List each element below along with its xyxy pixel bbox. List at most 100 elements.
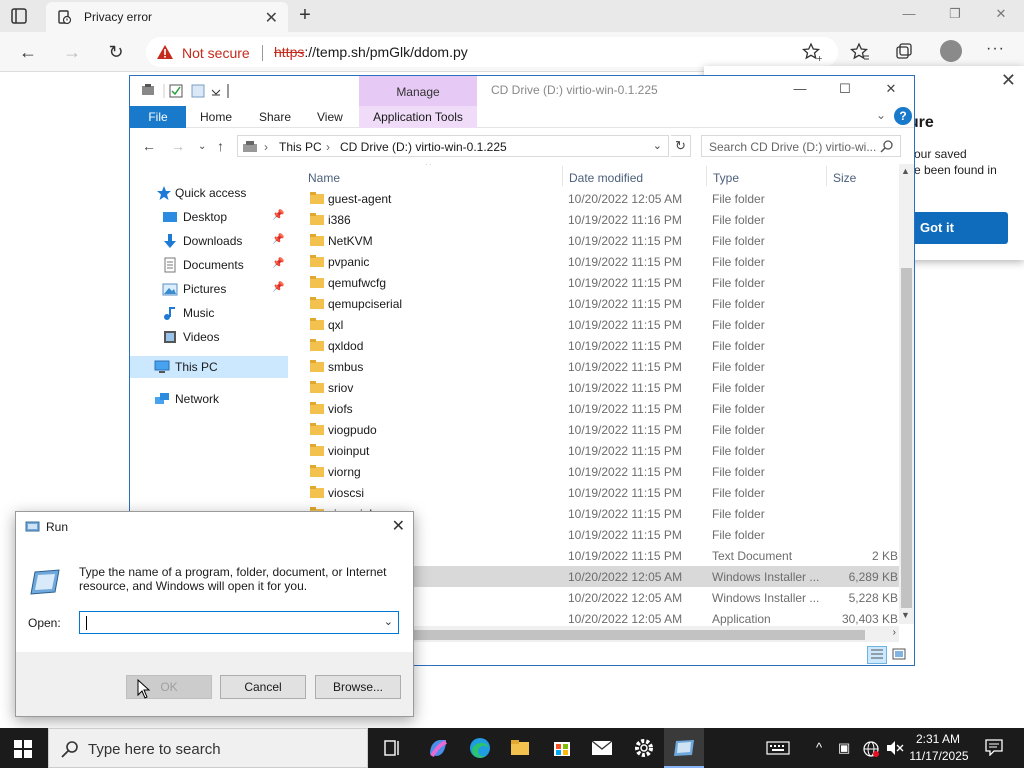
explorer-close-icon[interactable]: ✕ <box>881 81 901 97</box>
volume-muted-icon[interactable] <box>886 740 904 759</box>
sidebar-item-videos[interactable]: Videos <box>130 326 288 348</box>
up-icon[interactable]: ↑ <box>217 138 224 154</box>
minimize-icon[interactable]: — <box>897 6 921 21</box>
close-window-icon[interactable]: ✕ <box>989 6 1013 22</box>
forward-icon[interactable]: → <box>60 40 84 64</box>
more-options-icon[interactable]: ··· <box>986 40 1005 58</box>
file-explorer-icon[interactable] <box>500 728 540 768</box>
column-header-date[interactable]: Date modified <box>569 171 643 185</box>
details-view-icon[interactable] <box>867 646 887 664</box>
settings-gear-icon[interactable] <box>624 728 664 768</box>
refresh-icon[interactable]: ↻ <box>104 40 128 64</box>
table-row[interactable]: viofs 10/19/2022 11:15 PM File folder <box>290 398 900 419</box>
table-row[interactable]: qxl 10/19/2022 11:15 PM File folder <box>290 314 900 335</box>
table-row[interactable]: NetKVM 10/19/2022 11:15 PM File folder <box>290 230 900 251</box>
tab-share[interactable]: Share <box>259 110 291 124</box>
recent-locations-icon[interactable]: ⌄ <box>198 141 206 152</box>
table-row[interactable]: qxldod 10/19/2022 11:15 PM File folder <box>290 335 900 356</box>
sidebar-item-quick-access[interactable]: Quick access <box>130 182 288 204</box>
not-secure-label[interactable]: Not secure <box>182 45 250 61</box>
tab-file[interactable]: File <box>130 106 186 128</box>
tab-application-tools[interactable]: Application Tools <box>359 106 477 128</box>
profile-avatar-icon[interactable] <box>940 40 962 62</box>
explorer-maximize-icon[interactable]: ☐ <box>835 81 855 97</box>
explorer-minimize-icon[interactable]: — <box>790 81 810 96</box>
task-view-icon[interactable] <box>372 728 412 768</box>
vertical-scroll-thumb[interactable] <box>901 268 912 608</box>
run-taskbar-icon[interactable] <box>664 728 704 768</box>
tab-view[interactable]: View <box>317 110 343 124</box>
table-row[interactable]: guest-agent 10/20/2022 12:05 AM File folde… <box>290 188 900 209</box>
new-tab-button[interactable]: + <box>294 4 316 26</box>
table-row[interactable]: pvpanic 10/19/2022 11:15 PM File folder <box>290 251 900 272</box>
mail-icon[interactable] <box>582 728 622 768</box>
notifications-icon[interactable] <box>984 738 1004 757</box>
table-row[interactable]: smbus 10/19/2022 11:15 PM File folder <box>290 356 900 377</box>
sidebar-item-this-pc[interactable]: This PC <box>130 356 288 378</box>
popup-close-icon[interactable]: ✕ <box>1001 70 1016 91</box>
table-row[interactable]: vioinput 10/19/2022 11:15 PM File folder <box>290 440 900 461</box>
got-it-button[interactable]: Got it <box>904 212 1008 244</box>
explorer-forward-icon[interactable]: → <box>171 138 185 154</box>
table-row[interactable]: i386 10/19/2022 11:16 PM File folder <box>290 209 900 230</box>
scroll-down-icon[interactable]: ▼ <box>901 610 910 620</box>
breadcrumb-cd-drive[interactable]: CD Drive (D:) virtio-win-0.1.225 <box>340 140 507 154</box>
sidebar-item-desktop[interactable]: Desktop 📌 <box>130 206 288 228</box>
explorer-refresh-icon[interactable]: ↻ <box>671 135 691 157</box>
browser-tab[interactable]: Privacy error ✕ <box>46 2 288 32</box>
column-divider[interactable] <box>706 166 707 186</box>
explorer-search-input[interactable]: Search CD Drive (D:) virtio-wi... <box>701 135 901 157</box>
store-icon[interactable] <box>542 728 582 768</box>
table-row[interactable]: vioscsi 10/19/2022 11:15 PM File folder <box>290 482 900 503</box>
clock-time[interactable]: 2:31 AM <box>912 732 964 746</box>
add-favorite-icon[interactable]: + <box>801 42 823 63</box>
column-header-size[interactable]: Size <box>833 171 856 185</box>
sidebar-item-network[interactable]: Network <box>130 388 288 410</box>
column-header-type[interactable]: Type <box>713 171 739 185</box>
expand-ribbon-icon[interactable]: ⌄ <box>876 108 886 122</box>
help-icon[interactable]: ? <box>894 107 912 125</box>
table-row[interactable]: sriov 10/19/2022 11:15 PM File folder <box>290 377 900 398</box>
vertical-scrollbar[interactable]: ▲ ▼ <box>899 164 914 624</box>
column-divider[interactable] <box>562 166 563 186</box>
url-text[interactable]: https://temp.sh/pmGlk/ddom.py <box>274 44 468 60</box>
breadcrumb-this-pc[interactable]: This PC <box>279 140 322 154</box>
table-row[interactable]: viogpudo 10/19/2022 11:15 PM File folder <box>290 419 900 440</box>
meet-now-icon[interactable]: ▣ <box>838 740 850 756</box>
run-close-icon[interactable]: ✕ <box>392 516 405 536</box>
tab-home[interactable]: Home <box>200 110 232 124</box>
taskbar-search-input[interactable]: Type here to search <box>48 728 368 768</box>
edge-icon[interactable] <box>460 728 500 768</box>
table-row[interactable]: qemupciserial 10/19/2022 11:15 PM File fol… <box>290 293 900 314</box>
address-bar[interactable]: Not secure https://temp.sh/pmGlk/ddom.py <box>146 37 838 67</box>
collections-icon[interactable] <box>894 42 914 62</box>
show-hidden-icons-icon[interactable]: ^ <box>816 740 822 755</box>
browse-button[interactable]: Browse... <box>315 675 401 699</box>
copilot-icon[interactable] <box>418 728 458 768</box>
windows-start-icon[interactable] <box>14 740 32 758</box>
open-combobox[interactable]: ⌄ <box>79 611 399 634</box>
address-dropdown-icon[interactable]: ⌄ <box>653 139 662 152</box>
sidebar-item-downloads[interactable]: Downloads 📌 <box>130 230 288 252</box>
column-header-name[interactable]: Name <box>308 171 340 185</box>
scroll-up-icon[interactable]: ▲ <box>901 166 910 176</box>
breadcrumb[interactable]: › This PC › CD Drive (D:) virtio-win-0.1… <box>237 135 669 157</box>
scroll-right-icon[interactable]: › <box>893 627 896 638</box>
cancel-button[interactable]: Cancel <box>220 675 306 699</box>
keyboard-icon[interactable] <box>766 740 790 759</box>
network-globe-icon[interactable] <box>862 740 880 761</box>
column-divider[interactable] <box>826 166 827 186</box>
table-row[interactable]: qemufwcfg 10/19/2022 11:15 PM File folder <box>290 272 900 293</box>
sidebar-item-pictures[interactable]: Pictures 📌 <box>130 278 288 300</box>
clock-date[interactable]: 11/17/2025 <box>904 749 974 763</box>
back-icon[interactable]: ← <box>16 40 40 64</box>
large-icons-view-icon[interactable] <box>889 646 909 664</box>
favorites-icon[interactable] <box>849 42 870 62</box>
quick-access-toolbar[interactable] <box>140 82 230 103</box>
restore-icon[interactable]: ❐ <box>943 6 967 22</box>
explorer-back-icon[interactable]: ← <box>142 138 156 154</box>
sidebar-item-music[interactable]: Music <box>130 302 288 324</box>
open-dropdown-icon[interactable]: ⌄ <box>384 615 393 628</box>
table-row[interactable]: viorng 10/19/2022 11:15 PM File folder <box>290 461 900 482</box>
sidebar-item-documents[interactable]: Documents 📌 <box>130 254 288 276</box>
